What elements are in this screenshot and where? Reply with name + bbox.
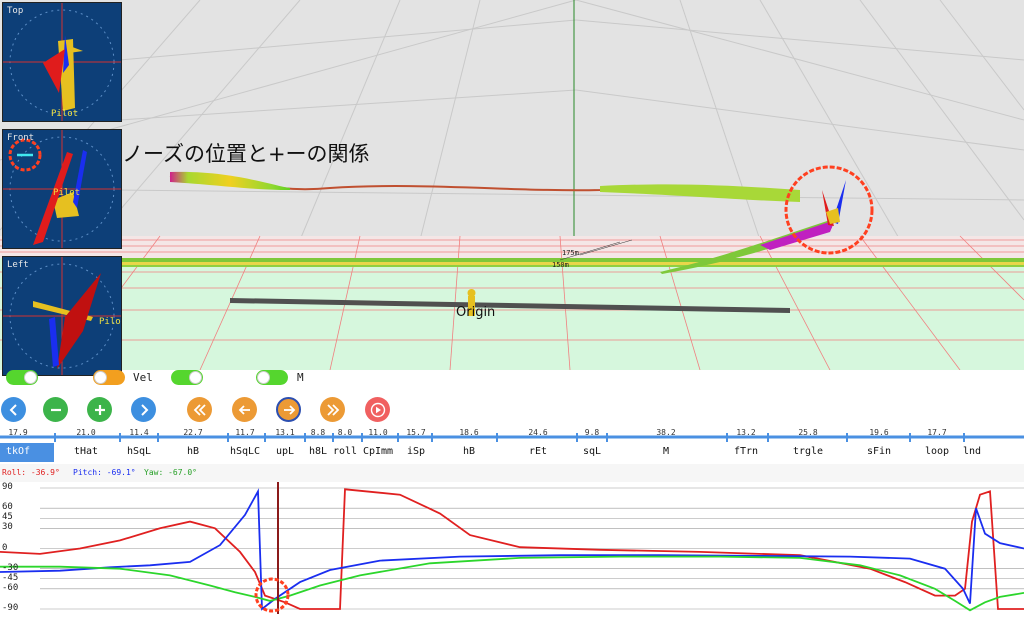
segment-ftrn[interactable]: fTrn — [734, 446, 758, 457]
segment-sql[interactable]: sqL — [583, 446, 601, 457]
series-line-1 — [0, 488, 1024, 611]
m-toggle[interactable] — [256, 370, 288, 385]
segment-tkof[interactable]: tkOf — [6, 446, 30, 457]
segment-duration: 8.0 — [337, 428, 353, 437]
segment-sfin[interactable]: sFin — [867, 446, 891, 457]
chart-canvas — [0, 482, 1024, 614]
segment-roll[interactable]: roll — [333, 446, 357, 457]
segment-lnd[interactable]: lnd — [963, 446, 981, 457]
segment-loop[interactable]: loop — [925, 446, 949, 457]
plus-button[interactable] — [87, 397, 112, 422]
prev-button[interactable] — [1, 397, 26, 422]
segment-isp[interactable]: iSp — [407, 446, 425, 457]
segment-that[interactable]: tHat — [74, 446, 98, 457]
segment-duration: 24.6 — [528, 428, 548, 437]
segment-duration: 9.8 — [584, 428, 600, 437]
y-tick-label: -45 — [2, 572, 19, 583]
segment-duration: 19.6 — [869, 428, 889, 437]
y-tick-label: 90 — [2, 482, 13, 492]
view-label: Top — [7, 6, 24, 16]
segment-h8l[interactable]: h8L — [309, 446, 327, 457]
yaw-readout: Yaw: -67.0° — [144, 468, 197, 477]
toggle-switch[interactable] — [6, 370, 38, 385]
y-tick-label: -90 — [2, 603, 19, 613]
pitch-readout: Pitch: -69.1° — [73, 468, 136, 477]
3d-viewport[interactable]: ノーズの位置と+ーの関係 Origin 175m 150m — [0, 0, 1024, 371]
segment-duration: 11.4 — [129, 428, 149, 437]
view-label: Left — [7, 260, 29, 270]
series-line-0 — [0, 488, 1024, 610]
segment-duration: 25.8 — [798, 428, 818, 437]
segment-duration: 17.9 — [8, 428, 28, 437]
roll-readout: Roll: -36.9° — [2, 468, 60, 477]
segment-duration: 11.7 — [235, 428, 255, 437]
segment-hsql[interactable]: hSqL — [127, 446, 151, 457]
pilot-label: Pilot — [51, 109, 79, 119]
y-tick-label: 60 — [2, 502, 13, 513]
pilot-label: Pilot — [53, 188, 81, 198]
toggle-label: M — [297, 371, 304, 384]
double-right-icon — [326, 403, 339, 416]
attitude-readouts: Roll: -36.9° Pitch: -69.1° Yaw: -67.0° — [0, 464, 1024, 482]
step-back-button[interactable] — [232, 397, 257, 422]
segment-duration: 18.6 — [459, 428, 479, 437]
left-view: Left Pilot — [2, 256, 122, 376]
segment-duration: 38.2 — [656, 428, 676, 437]
toggle-switch[interactable] — [171, 370, 203, 385]
play-icon — [370, 402, 385, 417]
scene-canvas — [0, 0, 1024, 371]
segment-hb[interactable]: hB — [463, 446, 475, 457]
arrow-right-icon — [283, 404, 295, 415]
attitude-chart[interactable]: 90 60 45 30 0 -30 -45 -60 -90 — [0, 482, 1024, 614]
segment-duration: 11.0 — [368, 428, 388, 437]
segment-duration: 22.7 — [183, 428, 203, 437]
segment-duration: 21.0 — [76, 428, 96, 437]
plus-icon — [94, 404, 105, 415]
segment-ret[interactable]: rEt — [529, 446, 547, 457]
chevron-left-icon — [9, 403, 17, 416]
minus-button[interactable] — [43, 397, 68, 422]
rewind-button[interactable] — [187, 397, 212, 422]
annotation-text: ノーズの位置と+ーの関係 — [122, 142, 370, 166]
pilot-label: Pilot — [99, 317, 121, 327]
front-view: Front Pilot — [2, 129, 122, 249]
velocity-toggle[interactable] — [93, 370, 125, 385]
y-tick-label: -60 — [2, 582, 19, 593]
segment-hsqlc[interactable]: hSqLC — [230, 446, 260, 457]
segment-duration: 8.8 — [310, 428, 326, 437]
segment-cpimm[interactable]: CpImm — [363, 446, 393, 457]
segment-hb[interactable]: hB — [187, 446, 199, 457]
view-label: Front — [7, 133, 35, 143]
segment-duration: 13.1 — [275, 428, 295, 437]
segment-m[interactable]: M — [663, 446, 669, 457]
y-tick-label: -30 — [2, 562, 19, 573]
toggle-label: Vel — [133, 371, 153, 384]
y-tick-label: 0 — [2, 542, 8, 553]
play-button[interactable] — [365, 397, 390, 422]
double-left-icon — [193, 403, 206, 416]
origin-label: Origin — [456, 305, 496, 320]
step-forward-button[interactable] — [276, 397, 301, 422]
top-view: Top Pilot — [2, 2, 122, 122]
segment-duration: 13.2 — [736, 428, 756, 437]
chevron-right-icon — [140, 403, 148, 416]
segment-upl[interactable]: upL — [276, 446, 294, 457]
fast-forward-button[interactable] — [320, 397, 345, 422]
arrow-left-icon — [238, 404, 250, 415]
distance-label: 175m — [562, 249, 579, 257]
minus-icon — [50, 408, 61, 411]
y-tick-label: 45 — [2, 512, 13, 523]
distance-label: 150m — [552, 261, 569, 269]
top-view-canvas — [3, 3, 121, 121]
next-button[interactable] — [131, 397, 156, 422]
segment-trgle[interactable]: trgle — [793, 446, 823, 457]
segment-duration: 15.7 — [406, 428, 426, 437]
left-view-canvas — [3, 257, 121, 375]
y-tick-label: 30 — [2, 522, 13, 533]
segment-duration: 17.7 — [927, 428, 947, 437]
